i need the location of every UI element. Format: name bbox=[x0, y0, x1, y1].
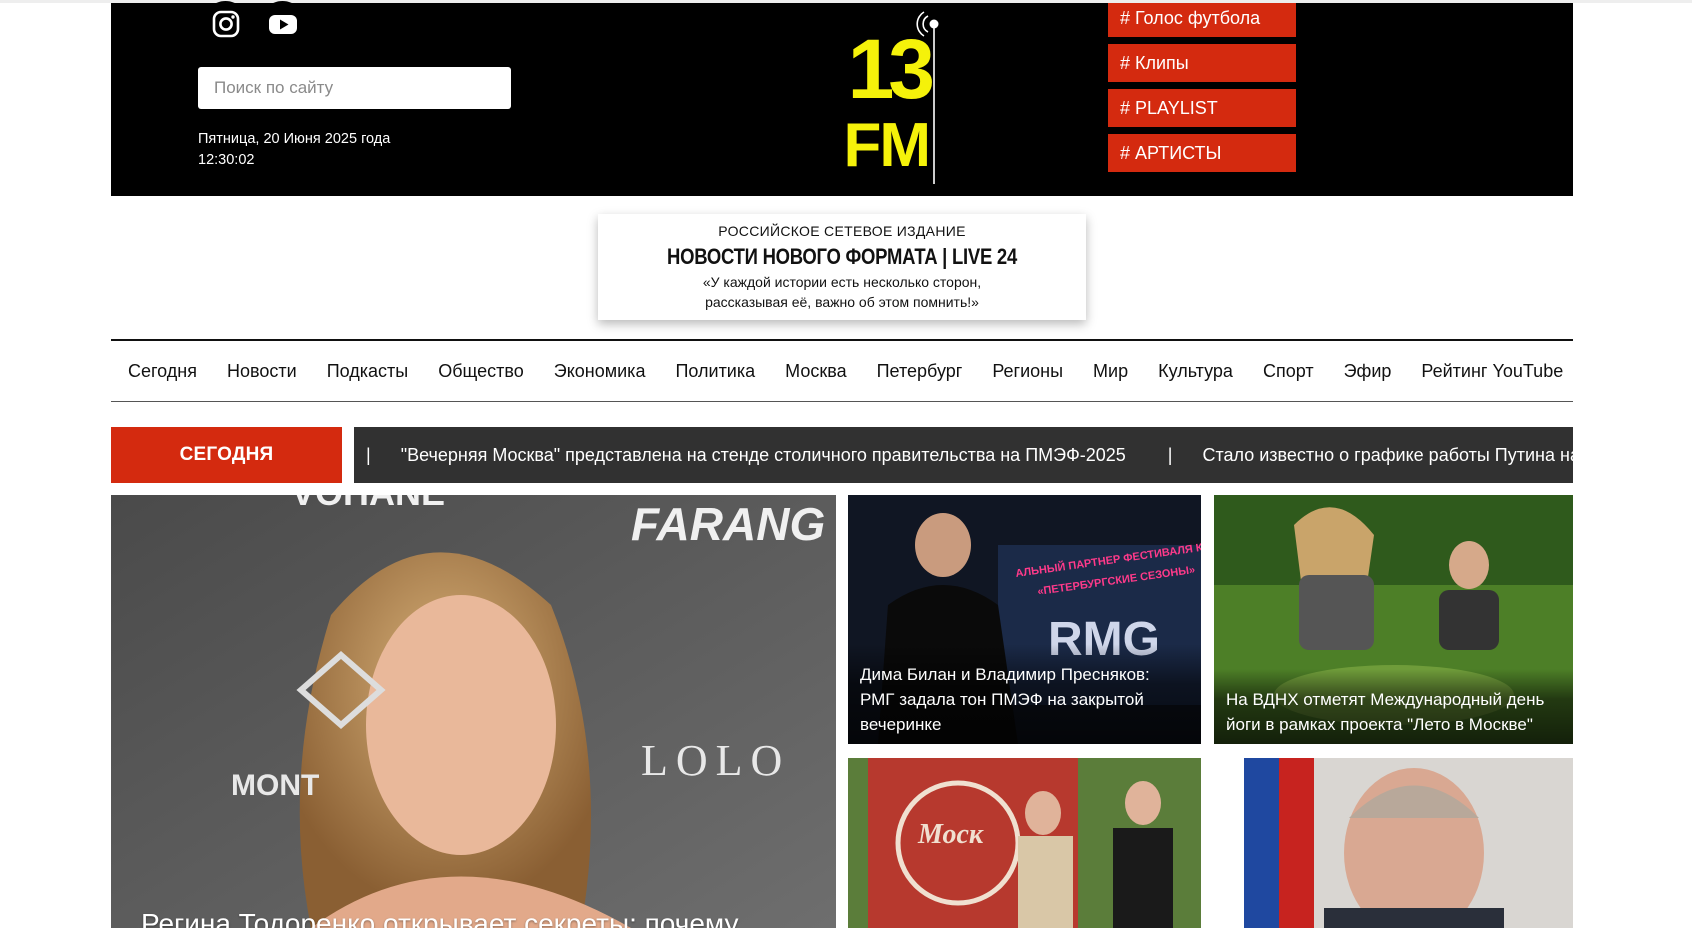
tag-playlist[interactable]: # PLAYLIST bbox=[1108, 89, 1296, 127]
featured-photo: MONT LOLO FARANG VOHANE bbox=[111, 495, 836, 928]
ticker-separator: | bbox=[1167, 444, 1173, 465]
news-card[interactable]: На ВДНХ отметят Международный день йоги … bbox=[1214, 495, 1573, 744]
nav-item-culture[interactable]: Культура bbox=[1158, 361, 1233, 382]
quote-line-2: рассказывая её, важно об этом помнить!» bbox=[705, 294, 979, 310]
current-date: Пятница, 20 Июня 2025 года bbox=[198, 131, 391, 147]
ticker-item[interactable]: "Вечерняя Москва" представлена на стенде… bbox=[401, 445, 1156, 466]
nav-item-today[interactable]: Сегодня bbox=[128, 361, 197, 382]
svg-text:LOLO: LOLO bbox=[641, 736, 790, 785]
instagram-icon[interactable] bbox=[203, 1, 248, 46]
date-time: Пятница, 20 Июня 2025 года 12:30:02 bbox=[198, 129, 390, 171]
news-headline: На ВДНХ отметят Международный день йоги … bbox=[1214, 669, 1573, 744]
main-nav: Сегодня Новости Подкасты Общество Эконом… bbox=[111, 339, 1573, 402]
publication-title: НОВОСТИ НОВОГО ФОРМАТА | LIVE 24 bbox=[667, 244, 1017, 269]
news-card[interactable]: Моск bbox=[848, 758, 1201, 928]
nav-item-world[interactable]: Мир bbox=[1093, 361, 1128, 382]
nav-item-youtube-rating[interactable]: Рейтинг YouTube bbox=[1421, 361, 1563, 382]
news-photo: Моск bbox=[848, 758, 1201, 928]
social-links bbox=[203, 1, 305, 46]
tag-artisty[interactable]: # АРТИСТЫ bbox=[1108, 134, 1296, 172]
news-ticker: | "Вечерняя Москва" представлена на стен… bbox=[354, 427, 1573, 483]
quote-line-1: «У каждой истории есть несколько сторон, bbox=[702, 274, 982, 290]
tag-klipy[interactable]: # Клипы bbox=[1108, 44, 1296, 82]
ticker-item[interactable]: Стало известно о графике работы Путина н… bbox=[1202, 445, 1573, 466]
nav-item-economy[interactable]: Экономика bbox=[554, 361, 646, 382]
nav-item-society[interactable]: Общество bbox=[438, 361, 524, 382]
ticker-separator: | bbox=[366, 444, 371, 465]
current-time: 12:30:02 bbox=[198, 152, 255, 168]
site-header: Пятница, 20 Июня 2025 года 12:30:02 13 F… bbox=[111, 1, 1573, 196]
svg-text:FARANG: FARANG bbox=[631, 498, 825, 550]
featured-headline: Регина Тодоренко открывает секреты: поче… bbox=[141, 908, 739, 928]
logo-fm: FM bbox=[843, 111, 929, 180]
nav-item-podcasts[interactable]: Подкасты bbox=[327, 361, 409, 382]
tag-golos-futbola[interactable]: # Голос футбола bbox=[1108, 3, 1296, 37]
nav-item-news[interactable]: Новости bbox=[227, 361, 297, 382]
nav-item-sport[interactable]: Спорт bbox=[1263, 361, 1314, 382]
header-tags: # Голос футбола # Клипы # PLAYLIST # АРТ… bbox=[1108, 3, 1296, 172]
publication-quote: «У каждой истории есть несколько сторон,… bbox=[598, 272, 1086, 312]
publication-kicker: РОССИЙСКОЕ СЕТЕВОЕ ИЗДАНИЕ bbox=[718, 223, 966, 239]
nav-item-air[interactable]: Эфир bbox=[1344, 361, 1392, 382]
news-headline: Дима Билан и Владимир Пресняков: РМГ зад… bbox=[848, 644, 1201, 744]
publication-banner: РОССИЙСКОЕ СЕТЕВОЕ ИЗДАНИЕ НОВОСТИ НОВОГ… bbox=[598, 214, 1086, 320]
nav-item-petersburg[interactable]: Петербург bbox=[877, 361, 963, 382]
svg-text:VOHANE: VOHANE bbox=[291, 495, 445, 513]
svg-text:Моск: Моск bbox=[917, 819, 984, 850]
news-card[interactable] bbox=[1214, 758, 1573, 928]
site-logo[interactable]: 13 FM bbox=[811, 6, 951, 186]
today-label[interactable]: СЕГОДНЯ bbox=[111, 427, 342, 483]
search-input[interactable] bbox=[198, 67, 511, 109]
svg-text:MONT: MONT bbox=[231, 769, 319, 802]
news-photo bbox=[1214, 758, 1573, 928]
nav-item-regions[interactable]: Регионы bbox=[992, 361, 1063, 382]
nav-item-politics[interactable]: Политика bbox=[675, 361, 755, 382]
news-card[interactable]: АЛЬНЫЙ ПАРТНЕР ФЕСТИВАЛЯ КУЛЬТ «ПЕТЕРБУР… bbox=[848, 495, 1201, 744]
logo-number: 13 bbox=[848, 22, 933, 116]
nav-item-moscow[interactable]: Москва bbox=[785, 361, 846, 382]
youtube-icon[interactable] bbox=[260, 1, 305, 46]
featured-news-card[interactable]: MONT LOLO FARANG VOHANE Регина Тодоренко… bbox=[111, 495, 836, 928]
